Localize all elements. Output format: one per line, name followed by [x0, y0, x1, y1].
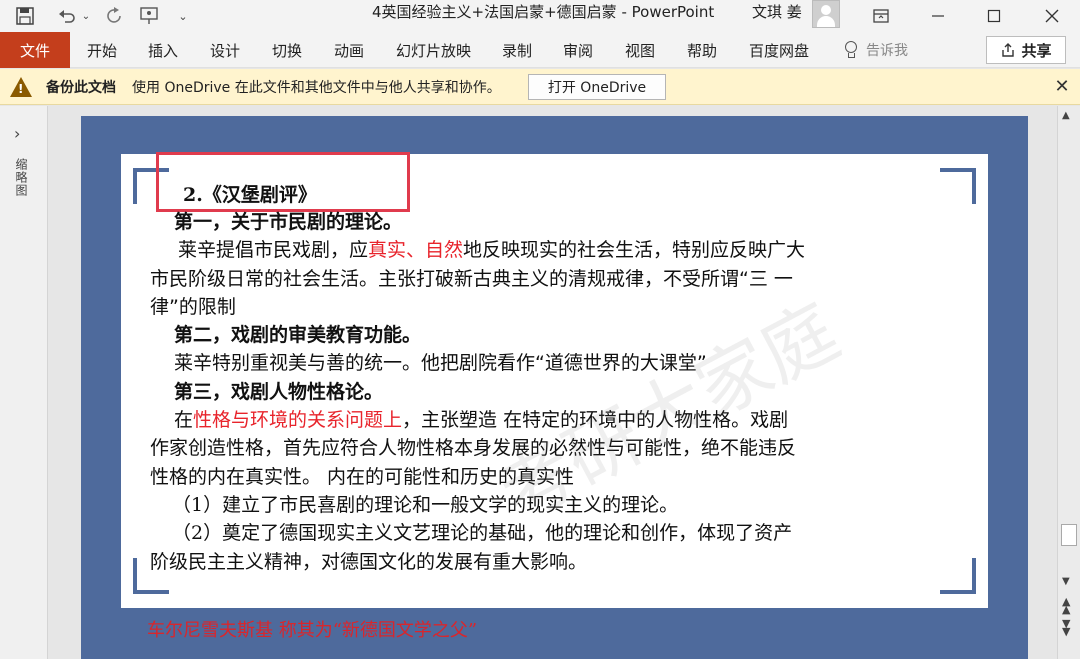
info-bar-message: 使用 OneDrive 在此文件和其他文件中与他人共享和协作。 [132, 80, 501, 96]
tell-me-label: 告诉我 [866, 43, 908, 59]
next-slide-icon[interactable]: ▼ ▼ [1062, 618, 1070, 637]
thumbnail-pane: › 缩略图 [0, 106, 48, 659]
previous-slide-icon[interactable]: ▲ ▲ [1062, 596, 1070, 615]
close-window-icon[interactable] [1040, 5, 1064, 27]
tab-file[interactable]: 文件 [0, 32, 70, 68]
onedrive-info-bar: 备份此文档 使用 OneDrive 在此文件和其他文件中与他人共享和协作。 打开… [0, 69, 1080, 105]
body-line: 性格的内在真实性。 内在的可能性和历史的真实性 [150, 465, 575, 488]
tab-baidu-netdisk[interactable]: 百度网盘 [749, 32, 809, 68]
body-line: （1）建立了市民喜剧的理论和一般文学的现实主义的理论。 [172, 493, 679, 516]
user-name[interactable]: 文琪 姜 [752, 2, 802, 22]
emphasis-text: 性格与环境的关系问题上 [193, 409, 403, 432]
body-line: （2）奠定了德国现实主义文艺理论的基础，他的理论和创作，体现了资产 [172, 522, 793, 545]
tab-design[interactable]: 设计 [210, 32, 240, 68]
avatar[interactable] [812, 0, 840, 28]
expand-thumbnails-icon[interactable]: › [14, 124, 20, 143]
slide-content-area: 2.《汉堡剧评》 第一，关于市民剧的理论。 莱辛提倡市民戏剧，应真实、自然地反映… [121, 152, 988, 608]
body-line: 第二，戏剧的审美教育功能。 [174, 324, 422, 347]
close-info-bar-icon[interactable]: ✕ [1052, 75, 1072, 97]
window-title: 4英国经验主义+法国启蒙+德国启蒙 - PowerPoint [372, 3, 715, 21]
scroll-down-icon[interactable]: ▼ [1062, 576, 1070, 587]
tell-me-search[interactable]: 告诉我 [844, 32, 908, 68]
presenter-icon[interactable] [138, 5, 162, 27]
tab-insert[interactable]: 插入 [148, 32, 178, 68]
slide-canvas: 2.《汉堡剧评》 第一，关于市民剧的理论。 莱辛提倡市民戏剧，应真实、自然地反映… [49, 106, 1056, 659]
customize-toolbar-icon[interactable]: ⌄ [176, 5, 190, 27]
tab-view[interactable]: 视图 [625, 32, 655, 68]
info-bar-title: 备份此文档 [46, 80, 116, 96]
tab-animations[interactable]: 动画 [334, 32, 364, 68]
tab-review[interactable]: 审阅 [563, 32, 593, 68]
open-onedrive-button[interactable]: 打开 OneDrive [528, 74, 666, 100]
lightbulb-icon [844, 41, 858, 59]
body-line: 第三，戏剧人物性格论。 [174, 380, 384, 403]
scrollbar-thumb[interactable] [1061, 524, 1077, 546]
body-line: 莱辛特别重视美与善的统一。他把剧院看作“道德世界的大课堂” [174, 352, 707, 375]
share-button[interactable]: 共享 [986, 36, 1066, 64]
slide[interactable]: 2.《汉堡剧评》 第一，关于市民剧的理论。 莱辛提倡市民戏剧，应真实、自然地反映… [81, 116, 1028, 659]
body-line: 莱辛提倡市民戏剧，应真实、自然地反映现实的社会生活，特别应反映广大 [178, 239, 806, 262]
vertical-scrollbar[interactable]: ▲ ▼ ▲ ▲ ▼ ▼ [1057, 106, 1080, 659]
maximize-icon[interactable] [982, 5, 1006, 27]
warning-icon [10, 77, 32, 97]
ribbon-display-options-icon[interactable] [870, 5, 892, 27]
tab-help[interactable]: 帮助 [687, 32, 717, 68]
body-line: 作家创造性格，首先应符合人物性格本身发展的必然性与可能性，绝不能违反 [150, 437, 797, 460]
scroll-up-icon[interactable]: ▲ [1062, 110, 1070, 121]
minimize-icon[interactable] [926, 5, 950, 27]
save-icon[interactable] [14, 5, 36, 27]
emphasis-text: 真实、自然 [368, 239, 464, 262]
body-line: 市民阶级日常的社会生活。主张打破新古典主义的清规戒律，不受所谓“三 一 [150, 267, 793, 290]
body-line: 阶级民主主义精神，对德国文化的发展有重大影响。 [150, 550, 588, 573]
tab-slideshow[interactable]: 幻灯片放映 [396, 32, 471, 68]
body-line: 律”的限制 [150, 295, 236, 318]
tab-record[interactable]: 录制 [502, 32, 532, 68]
slide-footer-quote[interactable]: 车尔尼雪夫斯基 称其为“新德国文学之父” [147, 616, 477, 642]
undo-dropdown-icon[interactable]: ⌄ [80, 5, 92, 27]
share-label: 共享 [1021, 41, 1052, 60]
body-line: 在性格与环境的关系问题上，主张塑造 在特定的环境中的人物性格。戏剧 [174, 409, 789, 432]
body-line: 第一，关于市民剧的理论。 [174, 211, 403, 233]
tab-home[interactable]: 开始 [87, 32, 117, 68]
ribbon-tabs: 文件 开始 插入 设计 切换 动画 幻灯片放映 录制 审阅 视图 帮助 百度网盘… [0, 32, 1080, 68]
title-bar: ⌄ ⌄ 4英国经验主义+法国启蒙+德国启蒙 - PowerPoint 文琪 姜 [0, 0, 1080, 32]
thumbnail-pane-label[interactable]: 缩略图 [12, 158, 30, 197]
share-icon [1002, 43, 1015, 57]
slide-title[interactable]: 2.《汉堡剧评》 [183, 180, 317, 207]
corner-decoration [940, 168, 976, 204]
undo-icon[interactable] [56, 5, 78, 27]
tab-transitions[interactable]: 切换 [272, 32, 302, 68]
slide-body-text[interactable]: 第一，关于市民剧的理论。 莱辛提倡市民戏剧，应真实、自然地反映现实的社会生活，特… [150, 208, 980, 576]
redo-icon[interactable] [104, 5, 126, 27]
